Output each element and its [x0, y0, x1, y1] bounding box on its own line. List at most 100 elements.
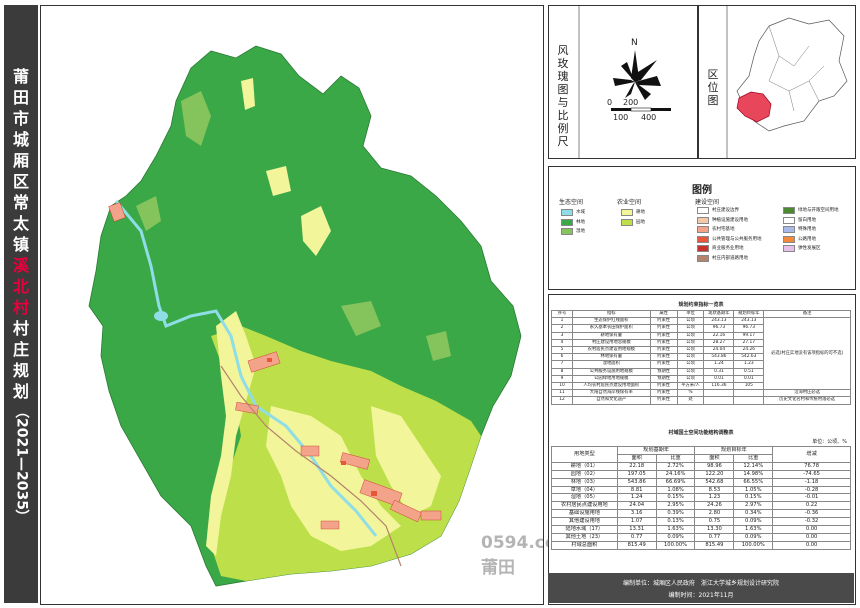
table-cell: 1.63% [655, 525, 696, 534]
table-cell: 0.01 [703, 374, 735, 384]
table-header: 规划目标年 [694, 446, 774, 455]
table-cell: 10 [551, 382, 573, 391]
table-cell: 24.26 [694, 501, 735, 511]
table-cell: 7 [551, 360, 573, 369]
table-cell: 林地保有量 [571, 353, 651, 362]
legend-swatch [697, 245, 709, 252]
table-row: 湿地（05） 1.24 0.15% 1.23 0.15% -0.01 [551, 493, 851, 503]
table-cell: 98.96 [694, 461, 735, 471]
table-cell: 24.04 [703, 346, 735, 355]
wind-rose-panel: 风玫瑰图与比例尺 N 0 200 100 400 [548, 5, 698, 159]
table-header: 备注 [763, 309, 851, 319]
legend-title: 图例 [692, 185, 712, 196]
table-cell: 农村居民点建设用地 [551, 501, 618, 511]
table-cell: 园地（02） [551, 469, 618, 479]
title-char: 田 [12, 88, 29, 107]
table-subheader: 比重 [733, 453, 774, 463]
table-cell: 公顷 [676, 346, 705, 355]
table-cell: 1.23 [733, 360, 765, 369]
legend-label: 湿地 [576, 229, 585, 234]
legend-group-title: 生态空间 [559, 199, 584, 206]
table-cell: 村庄建设用地总规模 [571, 338, 651, 348]
table-cell: 13.31 [616, 525, 657, 534]
table-cell: -0.28 [772, 485, 851, 495]
legend-label: 农村宅基地 [712, 227, 735, 232]
table-cell: 1.07 [616, 517, 657, 527]
footer: 编制单位：城厢区人民政府 浙江大学城乡规划设计研究院 编制时间：2021年11月 [548, 573, 854, 603]
table-cell [703, 389, 735, 398]
scale-tick: 200 [623, 98, 639, 107]
table-header: 规划基期年 [616, 446, 696, 455]
legend-label: 弹性发展区 [798, 246, 821, 251]
title-char: 太 [12, 214, 29, 233]
table-cell: 105 [733, 382, 765, 391]
legend-swatch [783, 216, 795, 224]
table-cell: 0.51 [733, 367, 765, 376]
table-cell: 1 [551, 317, 573, 326]
table-cell: 人均农村居民点建设用地面积 [571, 382, 651, 391]
legend-label: 水域 [576, 210, 585, 215]
table-cell: 1.23 [694, 493, 735, 503]
legend-label: 村庄内部道路用地 [712, 255, 748, 261]
legend-swatch [561, 228, 573, 235]
table-cell: 0.09% [655, 532, 696, 542]
structure-table-unit: 单位：公顷、% [812, 439, 847, 445]
table-cell: 24.04 [616, 501, 657, 511]
legend-swatch [697, 235, 709, 243]
footer-org: 编制单位：城厢区人民政府 浙江大学城乡规划设计研究院 [622, 580, 779, 587]
table-header: 规划目标年 [733, 309, 765, 319]
scale-bar [611, 107, 671, 112]
title-char: 常 [12, 193, 29, 212]
table-cell: 平方米/人 [676, 382, 705, 391]
table-cell: 湿地（05） [551, 493, 618, 503]
table-cell: 村域总面积 [551, 540, 618, 550]
table-header: 序号 [551, 309, 573, 319]
table-cell: 1.08% [655, 485, 696, 495]
scale-tick: 100 [613, 113, 629, 122]
table-cell: 永久基本农田保护面积 [571, 324, 651, 333]
table-cell: 5 [551, 346, 573, 355]
table-cell [733, 396, 765, 405]
title-char: 村 [12, 319, 29, 338]
table-cell: 1.05% [733, 485, 774, 495]
table-cell: 处 [676, 396, 705, 405]
plan-title: 莆 田 市 城 厢 区 常 太 镇 溪 北 村 村 庄 规 划 （2021—20… [4, 66, 38, 524]
table-header: 增减 [772, 446, 851, 463]
title-char: 镇 [12, 235, 29, 254]
legend-label: 商业服务业用地 [712, 246, 744, 251]
table-cell: 0.39% [655, 509, 696, 519]
table-subheader: 面积 [616, 453, 657, 463]
table-cell: 0.77 [694, 532, 735, 542]
table-cell: -0.36 [772, 509, 851, 519]
table-cell: 其他土地（23） [551, 532, 618, 542]
table-row: 其他土地（23） 0.77 0.09% 0.77 0.09% 0.00 [551, 532, 851, 542]
table-row: 耕地（01） 22.18 2.72% 98.96 12.14% 76.78 [551, 461, 851, 471]
table-cell: 0.15% [655, 493, 696, 503]
structure-table-block: 村域国土空间功能结构调整表 单位：公顷、% 用地类型 规划基期年 规划目标年 增… [551, 429, 851, 550]
table-cell: 28.27 [703, 338, 735, 348]
table-cell: 24.26 [733, 346, 765, 355]
table-cell: 约束性 [649, 317, 678, 326]
table-cell: -1.18 [772, 477, 851, 487]
table-cell: 76.78 [772, 461, 851, 471]
legend-swatch [783, 207, 795, 214]
location-map [726, 6, 848, 158]
title-char: 区 [12, 172, 29, 191]
table-header: 现状基期年 [703, 309, 735, 319]
table-cell: 1.24 [703, 360, 735, 369]
table-cell: 约束性 [649, 338, 678, 348]
table-cell: 2.97% [733, 501, 774, 511]
table-cell: 116.36 [703, 382, 735, 391]
legend-swatch [561, 209, 573, 216]
table-cell: 大陆自然海岸线保有率 [571, 389, 651, 398]
table-cell: 约束性 [649, 331, 678, 340]
table-cell: 其他建设用地 [551, 517, 618, 527]
table-cell: 243.13 [733, 317, 765, 326]
north-label: N [631, 38, 638, 48]
table-cell: 543.86 [616, 477, 657, 487]
indicator-table-block: 规划约束指标一览表 序号 指标 属性 单位 现状基期年 规划目标年 备注 1 生态… [551, 301, 851, 405]
table-cell: 542.68 [694, 477, 735, 487]
table-row: 农村居民点建设用地 24.04 2.95% 24.26 2.97% 0.22 [551, 501, 851, 511]
table-cell: 2.95% [655, 501, 696, 511]
table-cell: 24.16% [655, 469, 696, 479]
